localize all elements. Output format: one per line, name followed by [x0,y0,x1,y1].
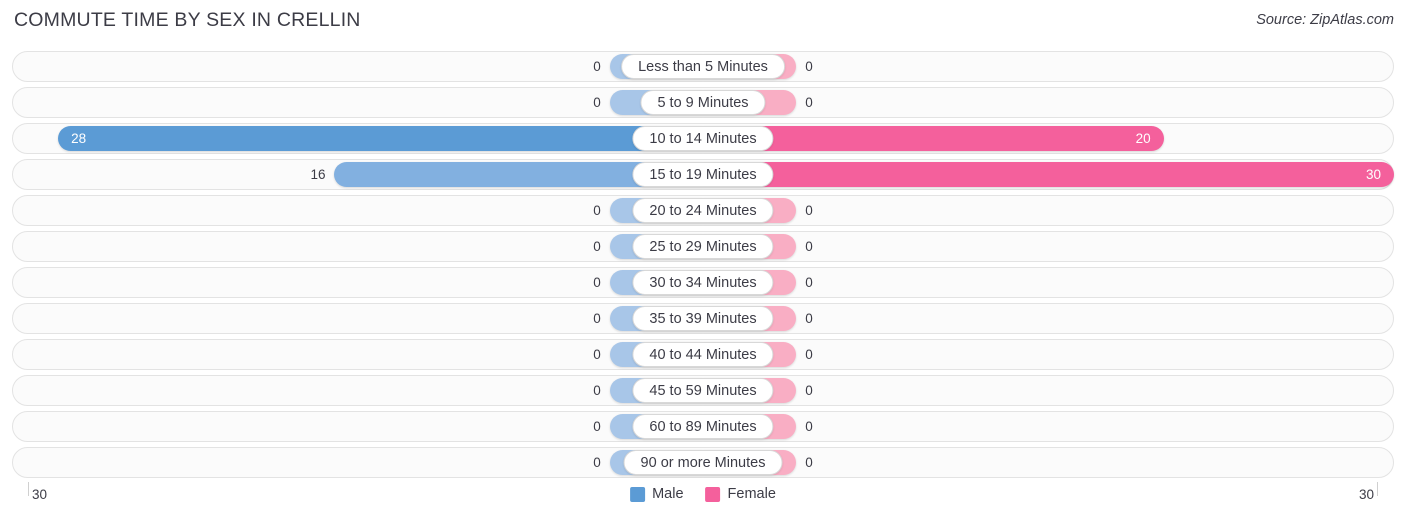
legend-label-male: Male [652,486,684,502]
bar-value-male: 0 [593,275,601,290]
chart-row: 28 20 10 to 14 Minutes [12,123,1394,154]
legend-swatch-male-icon [630,486,646,502]
bar-value-female: 0 [805,59,813,74]
legend-label-female: Female [727,486,776,502]
row-category-label: 25 to 29 Minutes [632,234,774,259]
row-category-label: Less than 5 Minutes [621,54,785,79]
legend-item-male[interactable]: Male [630,486,684,502]
chart-row: 0 0 20 to 24 Minutes [12,195,1394,226]
bar-value-female: 20 [1135,131,1151,146]
bar-value-male: 28 [71,131,87,146]
bar-value-male: 0 [593,455,601,470]
bar-value-male: 0 [593,311,601,326]
bar-value-male: 0 [593,239,601,254]
page-title: COMMUTE TIME BY SEX IN CRELLIN [14,9,361,31]
chart-row: 0 0 40 to 44 Minutes [12,339,1394,370]
bar-value-female: 30 [1365,167,1381,182]
bar-value-male: 16 [310,167,326,182]
bar-value-male: 0 [593,419,601,434]
source-attribution: Source: ZipAtlas.com [1256,12,1394,28]
bar-value-female: 0 [805,95,813,110]
row-category-label: 30 to 34 Minutes [632,270,774,295]
bar-value-female: 0 [805,275,813,290]
chart-legend: Male Female [630,486,776,502]
chart-row: 0 0 Less than 5 Minutes [12,51,1394,82]
axis-label-right: 30 [1358,487,1374,502]
row-category-label: 5 to 9 Minutes [640,90,766,115]
row-category-label: 90 or more Minutes [623,450,783,475]
bar-value-female: 0 [805,311,813,326]
chart-row: 0 0 90 or more Minutes [12,447,1394,478]
bar-value-male: 0 [593,347,601,362]
chart-row: 0 0 35 to 39 Minutes [12,303,1394,334]
row-category-label: 60 to 89 Minutes [632,414,774,439]
row-category-label: 40 to 44 Minutes [632,342,774,367]
chart-row: 16 30 15 to 19 Minutes [12,159,1394,190]
row-category-label: 10 to 14 Minutes [632,126,774,151]
plot-area: 0 0 Less than 5 Minutes 0 0 5 to 9 Minutes 28 2… [12,51,1394,483]
bar-value-male: 0 [593,59,601,74]
chart-row: 0 0 25 to 29 Minutes [12,231,1394,262]
row-category-label: 15 to 19 Minutes [632,162,774,187]
row-category-label: 20 to 24 Minutes [632,198,774,223]
legend-swatch-female-icon [705,486,721,502]
axis-label-left: 30 [32,487,48,502]
bar-value-female: 0 [805,455,813,470]
bar-value-female: 0 [805,239,813,254]
axis-tick-left [28,482,29,496]
row-category-label: 35 to 39 Minutes [632,306,774,331]
chart-header: COMMUTE TIME BY SEX IN CRELLIN Source: Z… [0,0,1406,46]
chart-row: 0 0 30 to 34 Minutes [12,267,1394,298]
chart-footer: 30 Male Female 30 [12,482,1394,514]
chart-row: 0 0 45 to 59 Minutes [12,375,1394,406]
bar-value-male: 0 [593,383,601,398]
bar-value-female: 0 [805,347,813,362]
chart-row: 0 0 60 to 89 Minutes [12,411,1394,442]
bar-female[interactable]: 30 [703,162,1394,187]
bar-value-female: 0 [805,203,813,218]
bar-male[interactable]: 28 [58,126,703,151]
bar-value-female: 0 [805,383,813,398]
axis-tick-right [1377,482,1378,496]
chart-row: 0 0 5 to 9 Minutes [12,87,1394,118]
legend-item-female[interactable]: Female [705,486,776,502]
bar-value-male: 0 [593,203,601,218]
bar-value-female: 0 [805,419,813,434]
commute-time-chart: COMMUTE TIME BY SEX IN CRELLIN Source: Z… [0,0,1406,522]
row-category-label: 45 to 59 Minutes [632,378,774,403]
bar-value-male: 0 [593,95,601,110]
